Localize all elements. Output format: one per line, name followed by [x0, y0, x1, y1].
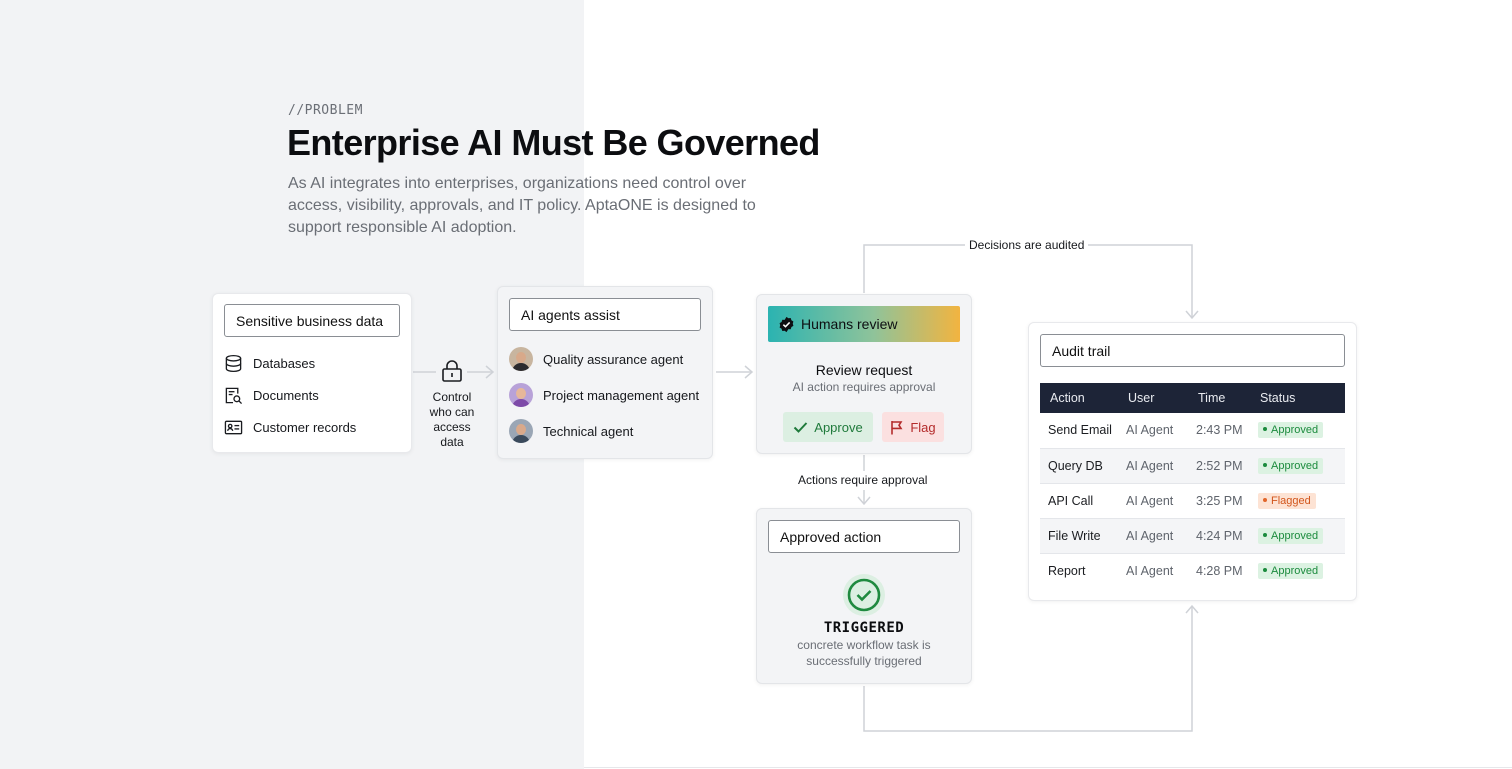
cell-action: File Write — [1040, 518, 1118, 554]
approval-connector-label: Actions require approval — [794, 473, 932, 487]
section-eyebrow: //PROBLEM — [288, 103, 363, 118]
avatar-tech — [509, 419, 533, 443]
status-text: Approved — [1271, 564, 1319, 577]
review-request-title: Review request — [815, 362, 913, 378]
status-badge: Approved — [1258, 562, 1324, 579]
status-badge: Flagged — [1258, 492, 1316, 509]
data-item-label: Databases — [253, 355, 316, 371]
review-request-subtitle: AI action requires approval — [792, 380, 936, 394]
page-title: Enterprise AI Must Be Governed — [287, 122, 820, 163]
cell-user: AI Agent — [1118, 413, 1188, 449]
status-text: Approved — [1271, 459, 1319, 472]
access-control-line: access — [433, 420, 471, 434]
data-item-documents: Documents — [224, 385, 319, 405]
cell-user: AI Agent — [1118, 518, 1188, 554]
column-header-time: Time — [1188, 383, 1250, 413]
cell-time: 4:24 PM — [1188, 518, 1250, 554]
column-header-user: User — [1118, 383, 1188, 413]
section-description: As AI integrates into enterprises, organ… — [288, 175, 756, 236]
cell-status: Approved — [1250, 413, 1345, 449]
audit-table-header: Action User Time Status — [1040, 383, 1345, 413]
table-row: Query DB AI Agent 2:52 PM Approved — [1040, 448, 1345, 484]
cell-status: Approved — [1250, 553, 1345, 588]
cell-status: Flagged — [1250, 483, 1345, 519]
cell-time: 4:28 PM — [1196, 563, 1243, 578]
id-card-icon — [224, 420, 243, 434]
table-row: API Call AI Agent 3:25 PM Flagged — [1040, 483, 1345, 519]
cell-status: Approved — [1250, 518, 1345, 554]
status-text: Approved — [1271, 424, 1319, 437]
access-control-line: Control — [432, 390, 472, 404]
humans-review-label: Humans review — [801, 316, 898, 332]
agent-label: Project management agent — [543, 387, 700, 403]
cell-action: API Call — [1040, 483, 1118, 519]
document-search-icon — [225, 387, 243, 404]
access-control-line: who can — [429, 405, 475, 419]
check-icon — [794, 421, 808, 433]
status-badge: Approved — [1258, 527, 1324, 544]
table-row: File Write AI Agent 4:24 PM Approved — [1040, 518, 1345, 554]
cell-time: 2:52 PM — [1188, 448, 1250, 484]
status-text: Approved — [1271, 529, 1319, 542]
cell-action: Query DB — [1040, 448, 1118, 484]
sensitive-data-title: Sensitive business data — [224, 304, 400, 337]
agent-label: Quality assurance agent — [543, 351, 684, 367]
triggered-description: concrete workflow task is successfully t… — [797, 638, 931, 668]
cell-user: AI Agent — [1118, 448, 1188, 484]
agent-item-qa: Quality assurance agent — [509, 347, 683, 371]
status-text: Flagged — [1271, 494, 1311, 507]
humans-review-header: Humans review — [768, 306, 960, 342]
cell-user: AI Agent — [1118, 483, 1188, 519]
cell-time: 3:25 PM — [1188, 483, 1250, 519]
database-icon — [225, 354, 242, 372]
cell-action: Report — [1048, 563, 1086, 578]
agent-item-tech: Technical agent — [509, 419, 633, 443]
data-item-databases: Databases — [224, 353, 315, 373]
agent-item-pm: Project management agent — [509, 383, 699, 407]
cell-user: AI Agent — [1126, 563, 1174, 578]
success-check-icon — [843, 574, 885, 616]
cell-action: Send Email — [1040, 413, 1118, 449]
flag-icon — [891, 420, 903, 434]
cell-time: 2:43 PM — [1188, 413, 1250, 449]
access-control-line: data — [440, 435, 464, 449]
table-row: Report AI Agent 4:28 PM Approved — [1040, 553, 1345, 588]
triggered-status: TRIGGERED — [823, 620, 905, 636]
audit-connector-label: Decisions are audited — [965, 238, 1089, 252]
column-header-status: Status — [1250, 383, 1345, 413]
approved-action-title: Approved action — [768, 520, 960, 553]
column-header-action: Action — [1040, 383, 1118, 413]
ai-agents-title: AI agents assist — [509, 298, 701, 331]
avatar-qa — [509, 347, 533, 371]
audit-trail-title: Audit trail — [1040, 334, 1345, 367]
data-item-customer-records: Customer records — [224, 417, 356, 437]
flag-button[interactable]: Flag — [882, 412, 944, 442]
agent-label: Technical agent — [543, 423, 634, 439]
data-item-label: Customer records — [253, 419, 357, 435]
approve-button[interactable]: Approve — [783, 412, 873, 442]
audit-table: Action User Time Status Send Email AI Ag… — [1040, 383, 1345, 588]
status-badge: Approved — [1258, 422, 1324, 439]
approve-label: Approve — [814, 419, 863, 435]
table-row: Send Email AI Agent 2:43 PM Approved — [1040, 413, 1345, 449]
avatar-pm — [509, 383, 533, 407]
verified-check-icon — [779, 316, 794, 332]
cell-status: Approved — [1250, 448, 1345, 484]
data-item-label: Documents — [253, 387, 319, 403]
flag-label: Flag — [910, 419, 936, 435]
status-badge: Approved — [1258, 457, 1324, 474]
access-control-label: Control who can access data — [421, 390, 483, 450]
lock-icon — [442, 360, 462, 382]
